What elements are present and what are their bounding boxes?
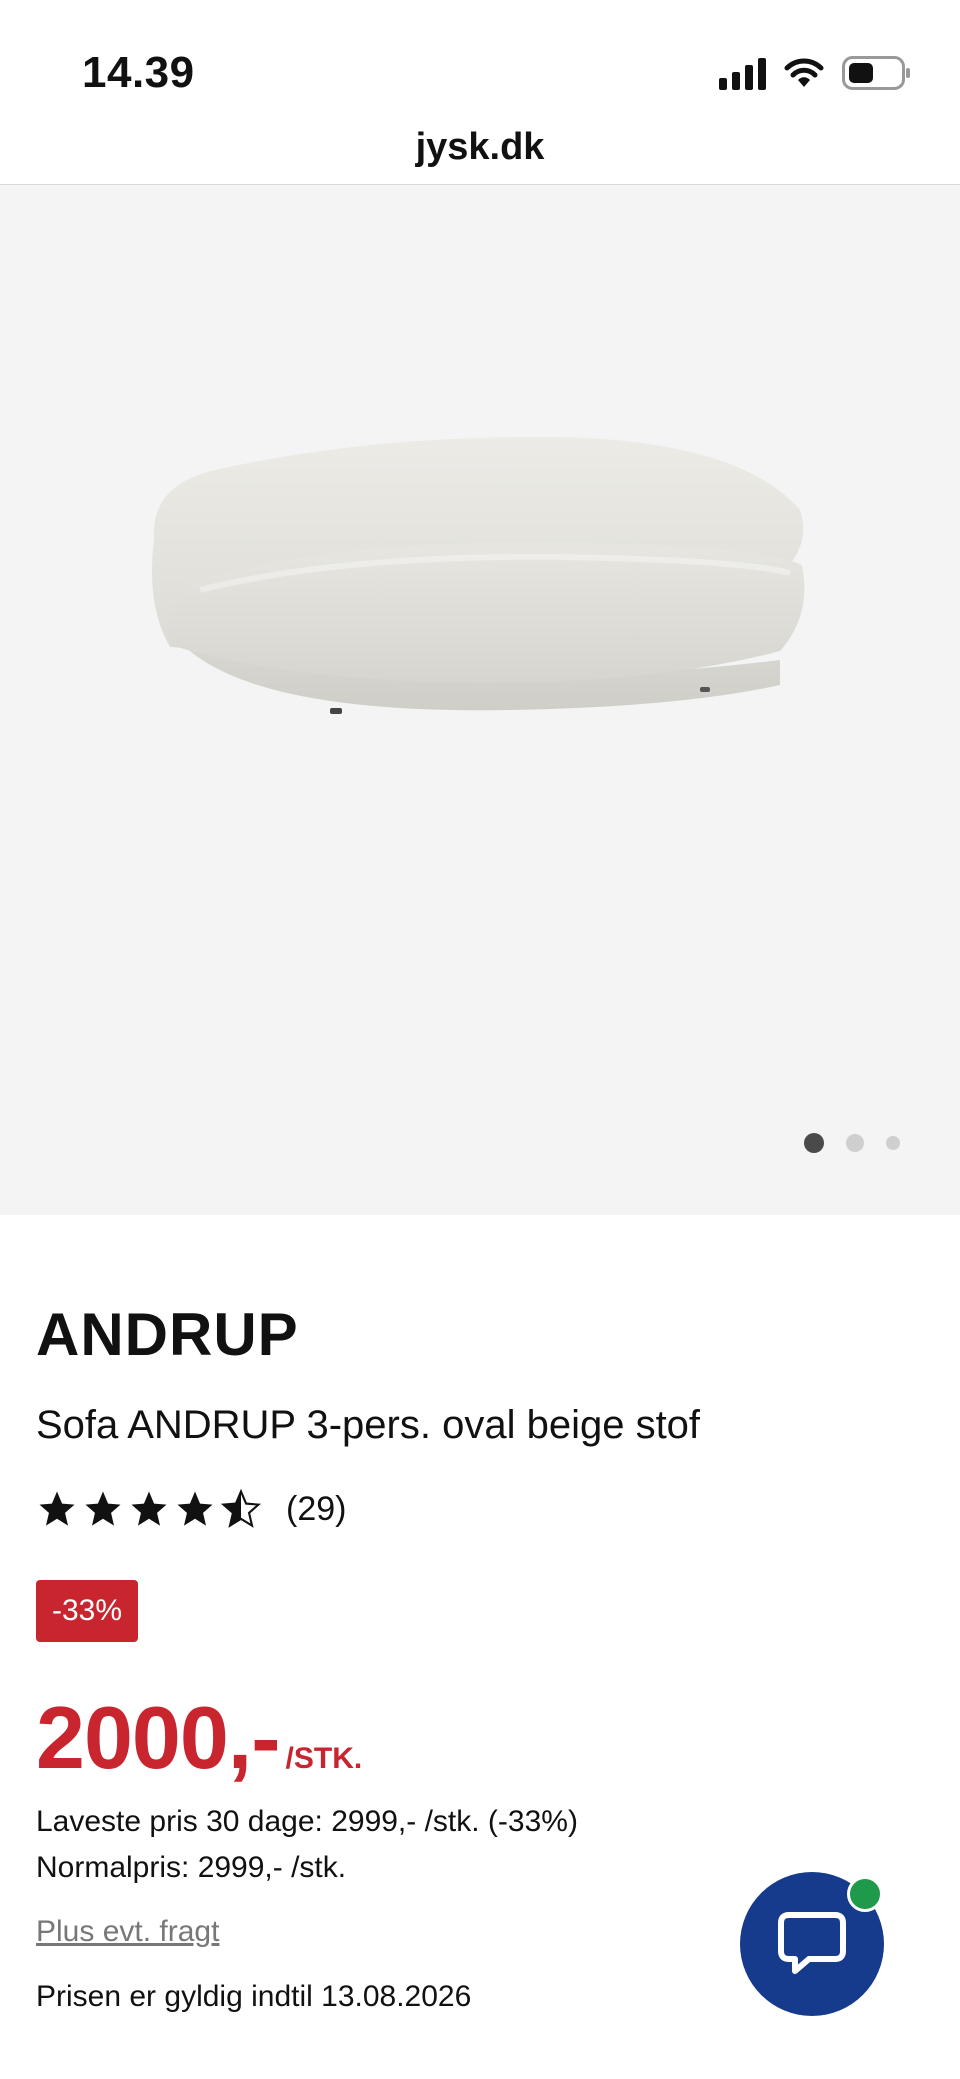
- normal-price-note: Normalpris: 2999,- /stk.: [36, 1851, 347, 1884]
- cellular-signal-icon: [719, 56, 766, 90]
- status-time: 14.39: [82, 48, 195, 97]
- product-title: Sofa ANDRUP 3-pers. oval beige stof: [36, 1403, 701, 1447]
- product-rating[interactable]: (29): [36, 1488, 346, 1530]
- review-count: (29): [286, 1489, 347, 1528]
- gallery-dot-3[interactable]: [886, 1136, 900, 1150]
- status-bar: 14.39: [0, 0, 960, 110]
- star-full-icon: [128, 1488, 170, 1530]
- product-price: 2000,- /STK.: [36, 1687, 362, 1789]
- gallery-pagination: [804, 1133, 900, 1153]
- gallery-dot-1[interactable]: [804, 1133, 824, 1153]
- freight-link[interactable]: Plus evt. fragt: [36, 1915, 219, 1949]
- price-valid-note: Prisen er gyldig indtil 13.08.2026: [36, 1980, 472, 2013]
- status-icons: [719, 56, 912, 90]
- star-half-icon: [220, 1488, 262, 1530]
- rating-stars: [36, 1488, 262, 1530]
- battery-icon: [842, 56, 910, 90]
- gallery-dot-2[interactable]: [846, 1134, 864, 1152]
- sofa-product-image: [152, 436, 805, 714]
- chat-bubble-icon: [778, 1912, 846, 1974]
- product-brand: ANDRUP: [36, 1301, 299, 1368]
- price-value: 2000,-: [36, 1688, 281, 1787]
- discount-badge: -33%: [36, 1580, 139, 1642]
- wifi-icon: [784, 58, 824, 87]
- price-unit: /STK.: [285, 1742, 363, 1775]
- browser-url-bar[interactable]: jysk.dk: [0, 110, 960, 185]
- star-full-icon: [36, 1488, 78, 1530]
- online-status-dot: [847, 1876, 883, 1912]
- url-text: jysk.dk: [415, 126, 545, 168]
- chat-button[interactable]: [740, 1872, 884, 2016]
- star-full-icon: [82, 1488, 124, 1530]
- product-image-gallery[interactable]: [0, 185, 960, 1215]
- lowest-price-note: Laveste pris 30 dage: 2999,- /stk. (-33%…: [36, 1805, 578, 1838]
- star-full-icon: [174, 1488, 216, 1530]
